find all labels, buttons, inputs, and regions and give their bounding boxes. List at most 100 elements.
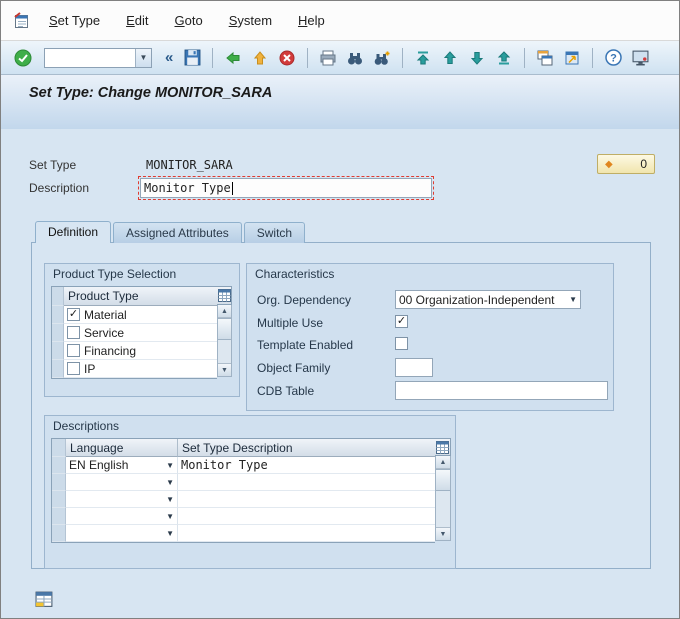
exit-button[interactable] bbox=[248, 46, 272, 70]
last-page-icon bbox=[496, 50, 512, 66]
vertical-scrollbar[interactable]: ▲ ▼ bbox=[217, 305, 232, 377]
row-selector[interactable] bbox=[52, 525, 66, 542]
menu-help[interactable]: Help bbox=[298, 13, 325, 28]
product-type-column-header[interactable]: Product Type bbox=[64, 287, 217, 306]
chevron-down-icon[interactable]: ▼ bbox=[166, 478, 174, 487]
row-selector[interactable] bbox=[52, 457, 66, 474]
enter-button[interactable] bbox=[11, 46, 35, 70]
product-type-selection-group: Product Type Selection Product Type ✓ Ma… bbox=[44, 263, 240, 397]
description-cell[interactable] bbox=[178, 491, 435, 508]
table-row[interactable]: EN English ▼ Monitor Type bbox=[52, 457, 435, 474]
row-selector[interactable] bbox=[52, 360, 64, 378]
chevron-down-icon[interactable]: ▼ bbox=[166, 529, 174, 538]
menu-edit[interactable]: Edit bbox=[126, 13, 148, 28]
description-input[interactable]: Monitor Type bbox=[140, 178, 432, 198]
description-cell[interactable] bbox=[178, 474, 435, 491]
row-selector[interactable] bbox=[52, 474, 66, 491]
page-up-icon bbox=[442, 50, 458, 66]
product-type-label: IP bbox=[84, 362, 95, 376]
language-cell[interactable]: ▼ bbox=[66, 525, 178, 542]
back-button[interactable] bbox=[221, 46, 245, 70]
table-row[interactable]: ✓ Material bbox=[52, 306, 217, 324]
table-entries-button[interactable] bbox=[35, 591, 54, 611]
table-row[interactable]: Service bbox=[52, 324, 217, 342]
scrollbar-thumb[interactable] bbox=[218, 318, 231, 340]
vertical-scrollbar[interactable]: ▲ ▼ bbox=[435, 456, 451, 541]
customize-layout-button[interactable] bbox=[628, 46, 652, 70]
table-settings-button[interactable] bbox=[217, 286, 232, 305]
scroll-up-icon[interactable]: ▲ bbox=[218, 305, 231, 318]
description-cell[interactable] bbox=[178, 525, 435, 542]
table-row[interactable]: ▼ bbox=[52, 525, 435, 542]
tab-assigned-attributes[interactable]: Assigned Attributes bbox=[113, 222, 242, 243]
help-button[interactable]: ? bbox=[601, 46, 625, 70]
object-family-label: Object Family bbox=[257, 361, 330, 375]
scroll-up-icon[interactable]: ▲ bbox=[436, 456, 450, 469]
find-next-button[interactable] bbox=[370, 46, 394, 70]
cdb-table-input[interactable] bbox=[395, 381, 608, 400]
last-page-button[interactable] bbox=[492, 46, 516, 70]
set-type-description-column-header[interactable]: Set Type Description bbox=[178, 439, 435, 457]
command-dropdown-icon[interactable]: ▼ bbox=[135, 49, 151, 67]
language-column-header[interactable]: Language bbox=[66, 439, 178, 457]
new-session-button[interactable] bbox=[533, 46, 557, 70]
row-selector[interactable] bbox=[52, 508, 66, 525]
table-row[interactable]: IP bbox=[52, 360, 217, 378]
object-family-input[interactable] bbox=[395, 358, 433, 377]
find-button[interactable] bbox=[343, 46, 367, 70]
command-field[interactable]: ▼ bbox=[44, 48, 152, 68]
scroll-down-icon[interactable]: ▼ bbox=[436, 527, 450, 540]
language-cell[interactable]: ▼ bbox=[66, 474, 178, 491]
language-cell[interactable]: EN English ▼ bbox=[66, 457, 178, 474]
tab-definition[interactable]: Definition bbox=[35, 221, 111, 243]
first-page-button[interactable] bbox=[411, 46, 435, 70]
language-cell[interactable]: ▼ bbox=[66, 508, 178, 525]
print-button[interactable] bbox=[316, 46, 340, 70]
page-down-button[interactable] bbox=[465, 46, 489, 70]
toolbar-separator bbox=[307, 48, 308, 68]
toolbar-separator bbox=[402, 48, 403, 68]
menu-goto[interactable]: Goto bbox=[174, 13, 202, 28]
table-row[interactable]: ▼ bbox=[52, 474, 435, 491]
menu-set-type[interactable]: Set Type bbox=[49, 13, 100, 28]
language-cell[interactable]: ▼ bbox=[66, 491, 178, 508]
counter-badge[interactable]: ◆ 0 bbox=[597, 154, 655, 174]
row-selector[interactable] bbox=[52, 306, 64, 324]
page-up-button[interactable] bbox=[438, 46, 462, 70]
table-row[interactable]: ▼ bbox=[52, 491, 435, 508]
chevron-down-icon[interactable]: ▼ bbox=[166, 461, 174, 470]
title-bar: Set Type: Change MONITOR_SARA bbox=[1, 75, 679, 129]
chevron-down-icon[interactable]: ▼ bbox=[166, 512, 174, 521]
chevron-down-icon[interactable]: ▼ bbox=[166, 495, 174, 504]
financing-checkbox[interactable] bbox=[67, 344, 80, 357]
row-selector[interactable] bbox=[52, 342, 64, 360]
ip-checkbox[interactable] bbox=[67, 362, 80, 375]
row-selector[interactable] bbox=[52, 324, 64, 342]
row-selector[interactable] bbox=[52, 491, 66, 508]
description-cell[interactable] bbox=[178, 508, 435, 525]
command-input[interactable] bbox=[45, 49, 135, 67]
material-checkbox[interactable]: ✓ bbox=[67, 308, 80, 321]
scroll-down-icon[interactable]: ▼ bbox=[218, 363, 231, 376]
service-checkbox[interactable] bbox=[67, 326, 80, 339]
table-row[interactable]: ▼ bbox=[52, 508, 435, 525]
group-title: Product Type Selection bbox=[45, 264, 239, 284]
scrollbar-thumb[interactable] bbox=[436, 469, 450, 491]
definition-tab-panel: Product Type Selection Product Type ✓ Ma… bbox=[31, 242, 651, 569]
description-cell[interactable]: Monitor Type bbox=[178, 457, 435, 474]
menu-system[interactable]: System bbox=[229, 13, 272, 28]
table-settings-button[interactable] bbox=[435, 438, 451, 456]
description-label: Description bbox=[29, 181, 89, 195]
grid-icon bbox=[218, 289, 231, 302]
org-dependency-dropdown[interactable]: 00 Organization-Independent ▼ bbox=[395, 290, 581, 309]
template-enabled-checkbox[interactable] bbox=[395, 337, 408, 350]
table-row[interactable]: Financing bbox=[52, 342, 217, 360]
toolbar-separator bbox=[592, 48, 593, 68]
create-shortcut-button[interactable] bbox=[560, 46, 584, 70]
tab-switch[interactable]: Switch bbox=[244, 222, 305, 243]
save-button[interactable] bbox=[180, 46, 204, 70]
system-menu-icon[interactable] bbox=[13, 12, 31, 30]
multiple-use-checkbox[interactable]: ✓ bbox=[395, 315, 408, 328]
collapse-icon[interactable]: « bbox=[165, 49, 173, 66]
cancel-button[interactable] bbox=[275, 46, 299, 70]
